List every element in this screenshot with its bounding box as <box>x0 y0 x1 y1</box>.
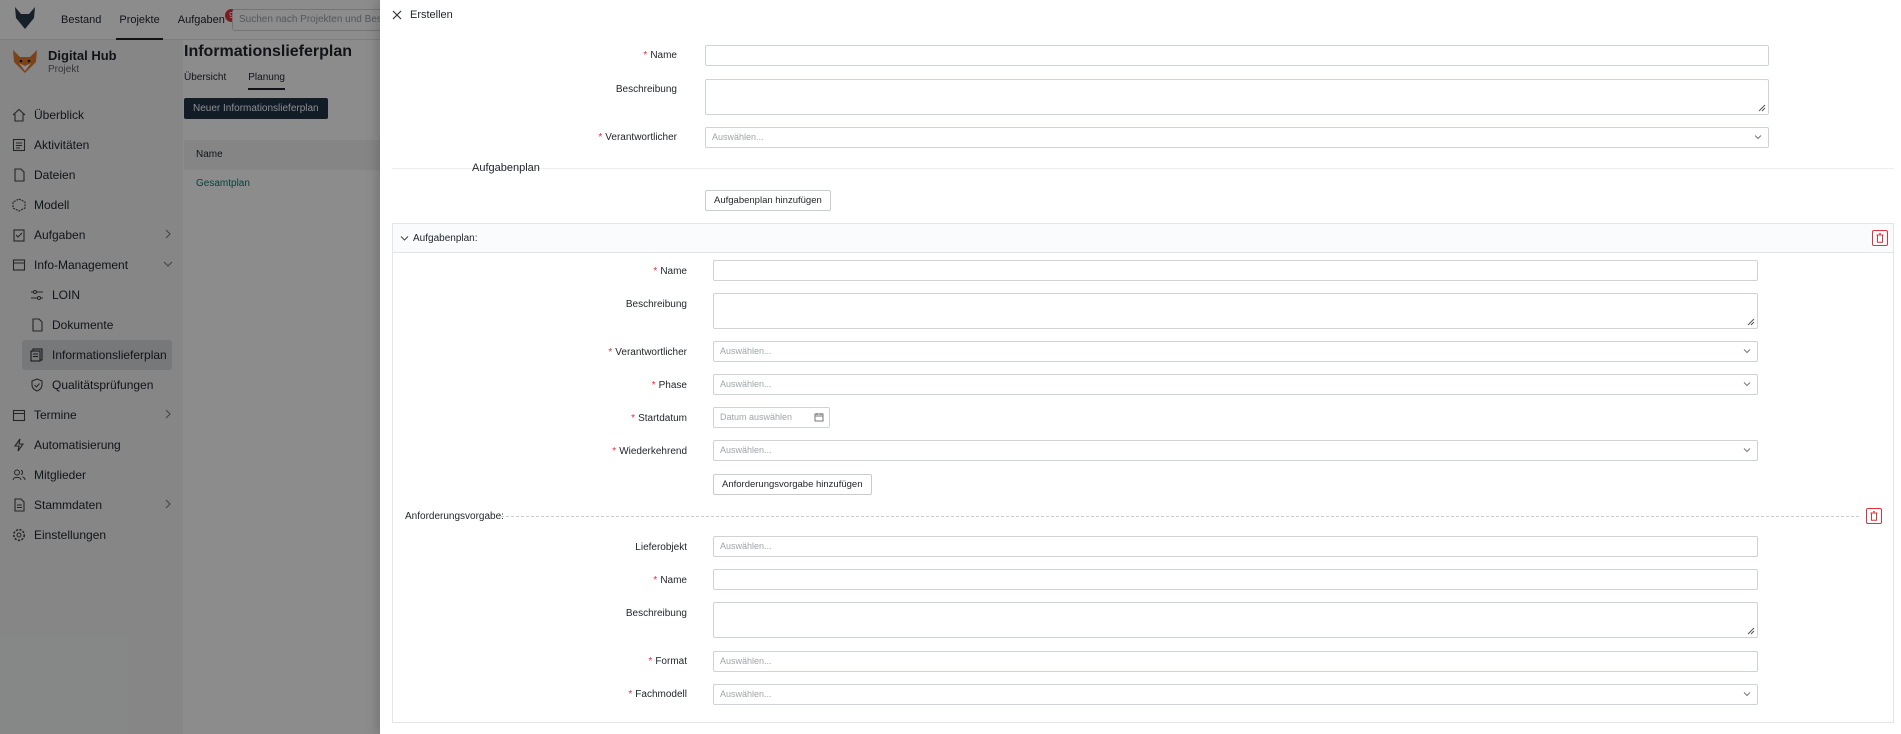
discipline-model-label: * Fachmodell <box>543 689 687 700</box>
startdate-placeholder: Datum auswählen <box>720 412 793 422</box>
trash-icon <box>1876 233 1884 243</box>
recurring-label-text: Wiederkehrend <box>619 446 687 457</box>
requirement-name-input[interactable] <box>713 569 1758 590</box>
trash-icon <box>1870 511 1878 521</box>
required-marker: * <box>653 266 658 277</box>
required-marker: * <box>648 656 653 667</box>
add-taskplan-button[interactable]: Aufgabenplan hinzufügen <box>705 190 831 211</box>
resize-handle-icon[interactable] <box>1747 318 1755 326</box>
chevron-down-icon <box>1743 448 1751 453</box>
startdate-label-text: Startdatum <box>638 413 687 424</box>
chevron-down-icon[interactable] <box>400 234 409 243</box>
chevron-down-icon <box>1743 349 1751 354</box>
taskplan-description-label: Beschreibung <box>625 299 687 310</box>
chevron-down-icon <box>1743 692 1751 697</box>
resize-handle-icon[interactable] <box>1758 104 1766 112</box>
create-drawer: Erstellen * Name Beschreibung * Verantwort… <box>380 0 1901 734</box>
taskplan-responsible-placeholder: Auswählen... <box>720 346 772 356</box>
required-marker: * <box>598 132 603 143</box>
responsible-label-text: Verantwortlicher <box>605 132 677 143</box>
deliverable-placeholder: Auswählen... <box>720 541 772 551</box>
format-placeholder: Auswählen... <box>720 656 772 666</box>
taskplan-responsible-label: * Verantwortlicher <box>543 347 687 358</box>
discipline-model-select[interactable]: Auswählen... <box>713 684 1758 705</box>
startdate-picker[interactable]: Datum auswählen <box>713 407 830 428</box>
phase-label-text: Phase <box>658 380 687 391</box>
drawer-header: Erstellen <box>380 0 1901 30</box>
required-marker: * <box>612 446 617 457</box>
phase-label: * Phase <box>543 380 687 391</box>
required-marker: * <box>651 380 656 391</box>
recurring-placeholder: Auswählen... <box>720 445 772 455</box>
requirement-name-label-text: Name <box>660 575 687 586</box>
phase-placeholder: Auswählen... <box>720 379 772 389</box>
startdate-label: * Startdatum <box>543 413 687 424</box>
format-select[interactable]: Auswählen... <box>713 651 1758 672</box>
required-marker: * <box>653 575 658 586</box>
taskplan-header-label: Aufgabenplan: <box>413 233 478 244</box>
recurring-select[interactable]: Auswählen... <box>713 440 1758 461</box>
requirement-header: Anforderungsvorgabe: <box>405 511 504 522</box>
deliverable-select[interactable]: Auswählen... <box>713 536 1758 557</box>
add-requirement-button[interactable]: Anforderungsvorgabe hinzufügen <box>713 474 872 495</box>
calendar-icon <box>814 413 824 422</box>
taskplan-responsible-select[interactable]: Auswählen... <box>713 341 1758 362</box>
taskplan-panel-header[interactable]: Aufgabenplan: <box>393 224 1893 253</box>
name-input[interactable] <box>705 45 1769 66</box>
chevron-down-icon <box>1754 135 1762 140</box>
required-marker: * <box>631 413 636 424</box>
taskplan-name-label: * Name <box>543 266 687 277</box>
chevron-down-icon <box>1743 382 1751 387</box>
taskplan-name-label-text: Name <box>660 266 687 277</box>
taskplan-responsible-label-text: Verantwortlicher <box>615 347 687 358</box>
taskplan-name-input[interactable] <box>713 260 1758 281</box>
description-textarea[interactable] <box>705 79 1769 115</box>
close-icon[interactable] <box>392 10 402 20</box>
description-label: Beschreibung <box>615 84 677 95</box>
discipline-model-label-text: Fachmodell <box>635 689 687 700</box>
requirement-name-label: * Name <box>543 575 687 586</box>
format-label-text: Format <box>655 656 687 667</box>
drawer-title: Erstellen <box>410 9 453 21</box>
discipline-model-placeholder: Auswählen... <box>720 689 772 699</box>
deliverable-label: Lieferobjekt <box>635 542 687 553</box>
recurring-label: * Wiederkehrend <box>543 446 687 457</box>
section-title-aufgabenplan: Aufgabenplan <box>472 162 540 174</box>
requirement-divider <box>501 516 1859 517</box>
taskplan-description-textarea[interactable] <box>713 293 1758 329</box>
name-label-text: Name <box>650 50 677 61</box>
format-label: * Format <box>543 656 687 667</box>
required-marker: * <box>608 347 613 358</box>
responsible-select-placeholder: Auswählen... <box>712 132 764 142</box>
resize-handle-icon[interactable] <box>1747 627 1755 635</box>
delete-requirement-button[interactable] <box>1866 508 1882 524</box>
section-divider <box>392 168 1894 169</box>
delete-taskplan-button[interactable] <box>1872 230 1888 246</box>
responsible-select[interactable]: Auswählen... <box>705 127 1769 148</box>
required-marker: * <box>628 689 633 700</box>
required-marker: * <box>643 50 648 61</box>
responsible-label: * Verantwortlicher <box>530 132 677 143</box>
requirement-description-label: Beschreibung <box>625 608 687 619</box>
taskplan-panel: Aufgabenplan: * Name Beschreibung * Verant… <box>392 223 1894 723</box>
requirement-description-textarea[interactable] <box>713 602 1758 638</box>
name-label: * Name <box>530 50 677 61</box>
phase-select[interactable]: Auswählen... <box>713 374 1758 395</box>
